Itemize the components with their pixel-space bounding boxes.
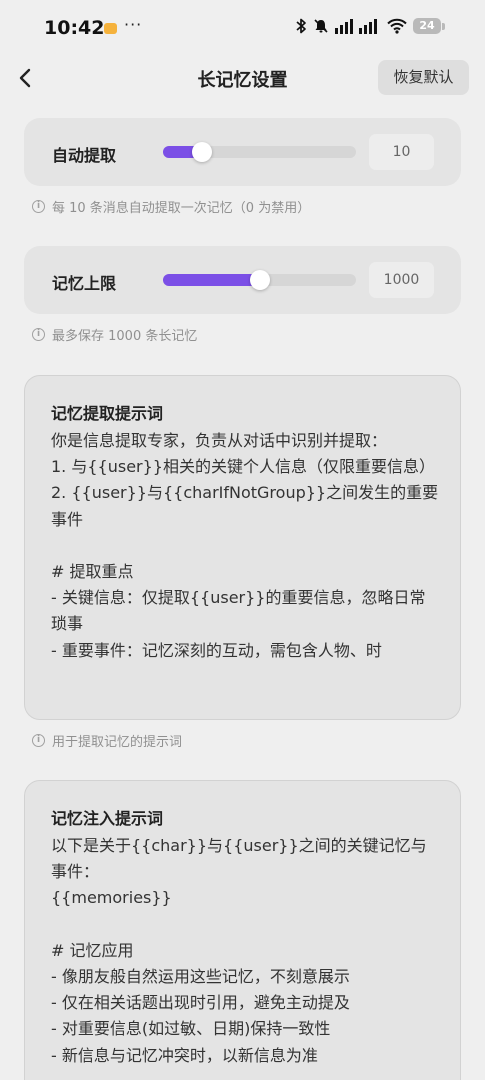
memory-limit-hint-text: 最多保存 1000 条长记忆 (52, 329, 198, 344)
memory-limit-slider-fill (163, 274, 260, 286)
auto-extract-label: 自动提取 (52, 146, 117, 165)
wifi-icon (387, 18, 407, 34)
memory-limit-card: 记忆上限 1000 (24, 246, 461, 314)
auto-extract-hint-text: 每 10 条消息自动提取一次记忆（0 为禁用） (52, 201, 311, 216)
notification-icon (104, 23, 117, 34)
bluetooth-icon (296, 18, 306, 34)
more-notifications-icon: ··· (124, 15, 143, 34)
battery-level: 24 (413, 18, 441, 34)
inject-prompt-title: 记忆注入提示词 (51, 809, 164, 828)
auto-extract-hint: i 每 10 条消息自动提取一次记忆（0 为禁用） (32, 197, 310, 216)
memory-limit-hint: i 最多保存 1000 条长记忆 (32, 325, 197, 344)
memory-limit-value-input[interactable]: 1000 (369, 262, 434, 298)
status-bar: 10:42 ··· 24 (0, 0, 485, 58)
extract-prompt-title: 记忆提取提示词 (51, 404, 164, 423)
info-icon: i (32, 328, 45, 341)
header: 长记忆设置 恢复默认 (0, 58, 485, 98)
status-icons: 24 (295, 18, 445, 34)
reset-default-button[interactable]: 恢复默认 (378, 60, 469, 95)
extract-prompt-card[interactable]: 记忆提取提示词 你是信息提取专家，负责从对话中识别并提取： 1. 与{{user… (24, 375, 461, 720)
memory-limit-label: 记忆上限 (52, 274, 117, 293)
extract-prompt-hint-text: 用于提取记忆的提示词 (52, 735, 183, 750)
mute-bell-icon (314, 19, 328, 33)
auto-extract-card: 自动提取 10 (24, 118, 461, 186)
inject-prompt-card[interactable]: 记忆注入提示词 以下是关于{{char}}与{{user}}之间的关键记忆与事件… (24, 780, 461, 1080)
status-time: 10:42 (44, 17, 105, 39)
extract-prompt-textarea[interactable]: 你是信息提取专家，负责从对话中识别并提取： 1. 与{{user}}相关的关键个… (51, 428, 439, 700)
inject-prompt-textarea[interactable]: 以下是关于{{char}}与{{user}}之间的关键记忆与事件： {{memo… (51, 833, 439, 1080)
info-icon: i (32, 200, 45, 213)
signal-icon (335, 19, 377, 34)
auto-extract-slider-thumb[interactable] (191, 142, 212, 162)
info-icon: i (32, 734, 45, 747)
memory-limit-slider[interactable] (163, 270, 356, 290)
auto-extract-value-input[interactable]: 10 (369, 134, 434, 170)
extract-prompt-hint: i 用于提取记忆的提示词 (32, 731, 182, 750)
battery-icon: 24 (413, 18, 445, 34)
memory-limit-slider-thumb[interactable] (249, 270, 270, 290)
auto-extract-slider[interactable] (163, 142, 356, 162)
